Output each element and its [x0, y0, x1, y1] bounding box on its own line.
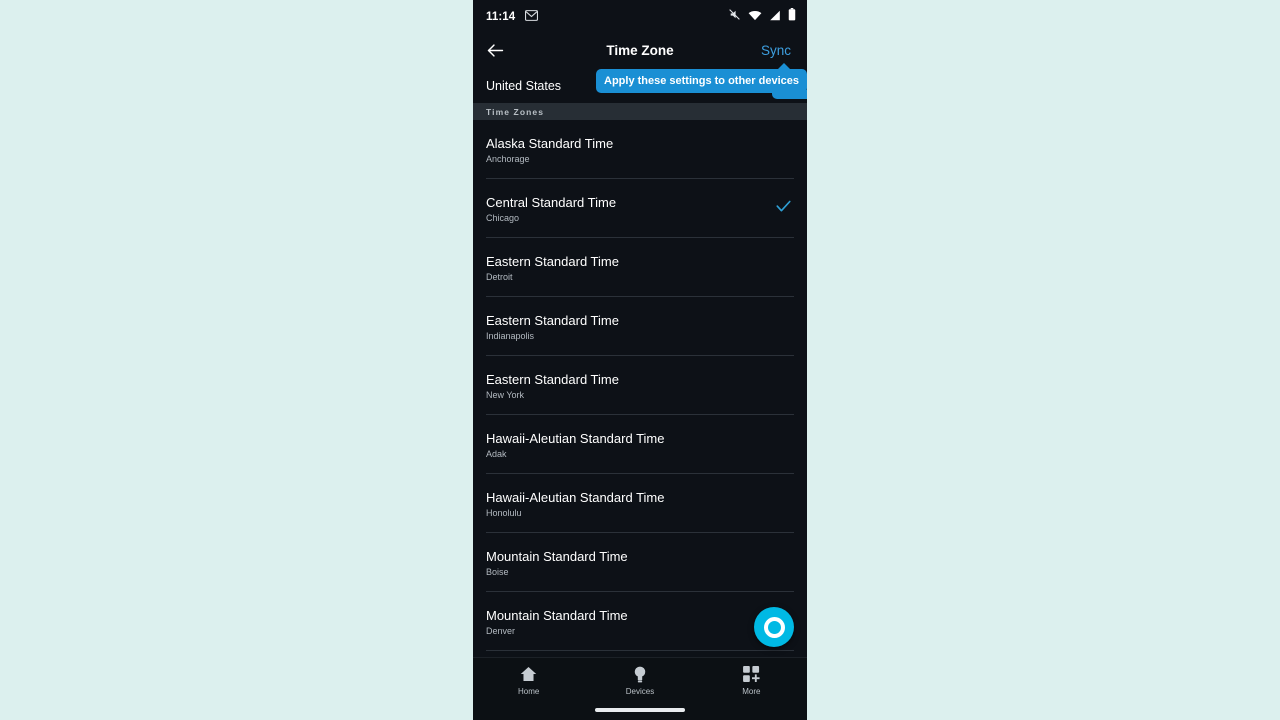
grid-plus-icon: [742, 665, 760, 683]
time-zone-name: Eastern Standard Time: [486, 371, 619, 387]
status-bar-left: 11:14: [486, 8, 539, 26]
time-zone-row[interactable]: Central Standard Time Chicago: [473, 179, 807, 238]
status-bar: 11:14: [473, 0, 807, 33]
battery-icon: [788, 7, 796, 26]
gmail-icon: [525, 8, 539, 26]
nav-label-home: Home: [517, 687, 540, 696]
time-zone-name: Eastern Standard Time: [486, 312, 619, 328]
back-button[interactable]: [487, 38, 513, 64]
status-bar-clock: 11:14: [486, 10, 516, 23]
sync-tooltip-text: Apply these settings to other devices: [604, 75, 799, 87]
nav-label-devices: Devices: [625, 687, 655, 696]
nav-item-home[interactable]: Home: [473, 665, 584, 696]
time-zone-row[interactable]: Alaska Standard Time Anchorage: [473, 120, 807, 179]
app-bar: Time Zone Sync: [473, 33, 807, 68]
time-zone-row[interactable]: Mountain Standard Time Boise: [473, 533, 807, 592]
wifi-icon: [748, 8, 762, 26]
time-zone-row[interactable]: Eastern Standard Time Indianapolis: [473, 297, 807, 356]
time-zone-name: Mountain Standard Time: [486, 548, 628, 564]
cellular-signal-icon: [769, 8, 781, 26]
tooltip-arrow-icon: [777, 63, 791, 70]
alexa-logo-icon: [763, 616, 785, 638]
bottom-navigation-bar: Home Devices More: [473, 657, 807, 720]
time-zone-row[interactable]: Hawaii-Aleutian Standard Time Honolulu: [473, 474, 807, 533]
time-zone-city: Adak: [486, 448, 507, 459]
section-header-label: Time Zones: [486, 106, 545, 117]
tooltip-tail: [772, 90, 807, 99]
checkmark-icon: [776, 200, 791, 218]
time-zone-city: Honolulu: [486, 507, 522, 518]
page-title: Time Zone: [606, 43, 674, 58]
sync-button[interactable]: Sync: [761, 43, 791, 58]
time-zone-city: New York: [486, 389, 525, 400]
time-zone-city: Denver: [486, 625, 516, 636]
time-zone-name: Central Standard Time: [486, 194, 617, 210]
time-zone-name: Hawaii-Aleutian Standard Time: [486, 489, 665, 505]
time-zone-name: Mountain Standard Time: [486, 607, 628, 623]
section-header-time-zones: Time Zones: [473, 103, 807, 120]
home-indicator: [595, 708, 685, 712]
lightbulb-icon: [633, 665, 647, 683]
nav-item-devices[interactable]: Devices: [584, 665, 695, 696]
phone-screen: 11:14 Time Zone Sync United States Time …: [473, 0, 807, 720]
time-zone-city: Detroit: [486, 271, 513, 282]
time-zone-name: Alaska Standard Time: [486, 135, 614, 151]
time-zone-city: Boise: [486, 566, 509, 577]
time-zone-city: Anchorage: [486, 153, 530, 164]
home-icon: [520, 665, 537, 683]
status-bar-right: [728, 0, 796, 33]
time-zone-city: Chicago: [486, 212, 520, 223]
nav-item-more[interactable]: More: [696, 665, 807, 696]
time-zone-row[interactable]: Eastern Standard Time New York: [473, 356, 807, 415]
time-zone-name: Eastern Standard Time: [486, 253, 619, 269]
time-zone-row[interactable]: Hawaii-Aleutian Standard Time Adak: [473, 415, 807, 474]
time-zone-name: Hawaii-Aleutian Standard Time: [486, 430, 665, 446]
ringer-mute-icon: [728, 8, 741, 26]
alexa-button[interactable]: [754, 607, 794, 647]
time-zone-city: Indianapolis: [486, 330, 535, 341]
time-zone-list[interactable]: Alaska Standard Time Anchorage Central Sta…: [473, 120, 807, 665]
country-label: United States: [486, 78, 562, 93]
time-zone-row[interactable]: Eastern Standard Time Detroit: [473, 238, 807, 297]
nav-label-more: More: [742, 687, 761, 696]
